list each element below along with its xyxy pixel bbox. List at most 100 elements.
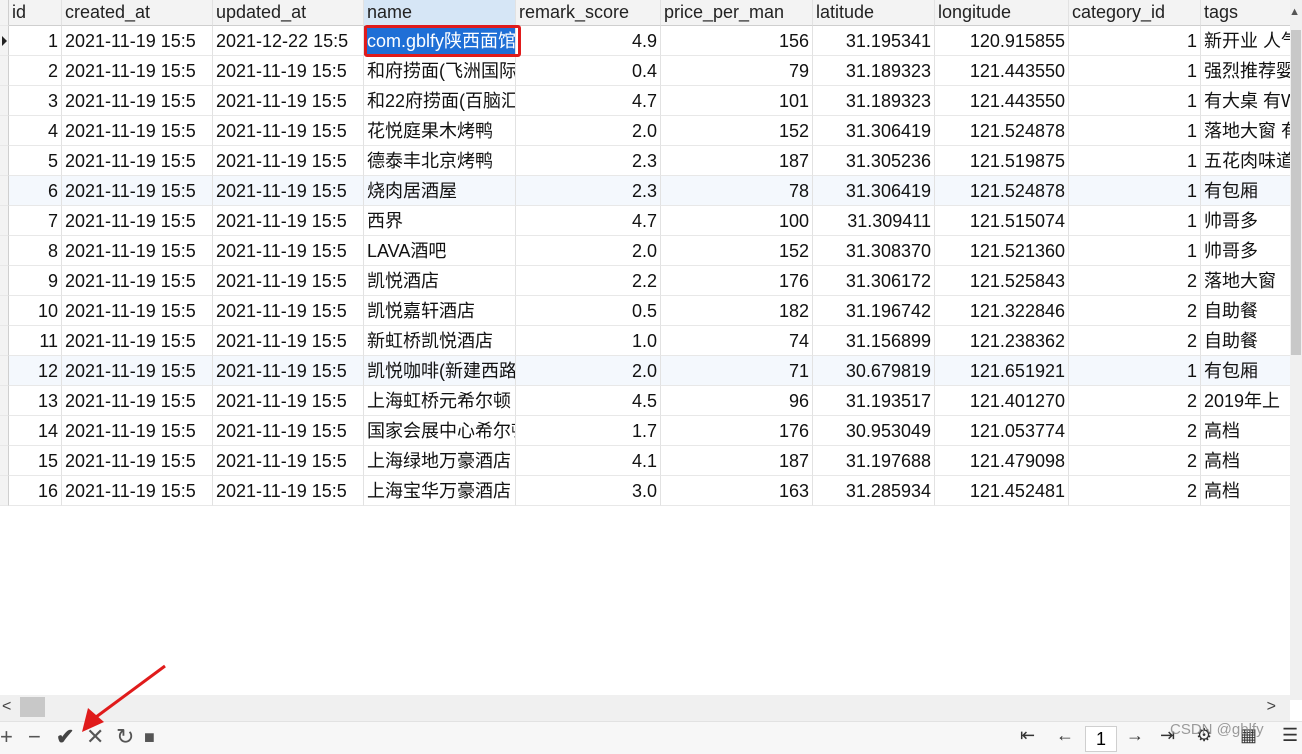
cell-tags[interactable]: 帅哥多	[1201, 236, 1290, 266]
row-selector[interactable]	[0, 296, 9, 326]
data-grid[interactable]: id created_at updated_at name remark_sco…	[0, 0, 1290, 506]
row-selector[interactable]	[0, 116, 9, 146]
first-page-icon[interactable]: ⇤	[1020, 725, 1035, 746]
cell-price-per-man[interactable]: 78	[661, 176, 813, 206]
add-icon[interactable]: +	[0, 724, 13, 750]
column-header-latitude[interactable]: latitude	[813, 0, 935, 26]
table-row[interactable]: 4 2021-11-19 15:5 2021-11-19 15:5 花悦庭果木烤鸭 2.…	[0, 116, 1290, 146]
cell-latitude[interactable]: 31.306419	[813, 176, 935, 206]
cell-updated-at[interactable]: 2021-11-19 15:5	[213, 176, 364, 206]
cell-created-at[interactable]: 2021-11-19 15:5	[62, 146, 213, 176]
cell-price-per-man[interactable]: 79	[661, 56, 813, 86]
cell-remark-score[interactable]: 2.3	[516, 146, 661, 176]
cell-created-at[interactable]: 2021-11-19 15:5	[62, 116, 213, 146]
cell-latitude[interactable]: 31.189323	[813, 56, 935, 86]
cell-name[interactable]: 德泰丰北京烤鸭	[364, 146, 516, 176]
cell-created-at[interactable]: 2021-11-19 15:5	[62, 236, 213, 266]
cell-longitude[interactable]: 121.651921	[935, 356, 1069, 386]
cell-category-id[interactable]: 2	[1069, 416, 1201, 446]
horizontal-scroll-thumb[interactable]	[20, 697, 45, 717]
row-selector[interactable]	[0, 476, 9, 506]
row-selector[interactable]	[0, 446, 9, 476]
cell-category-id[interactable]: 2	[1069, 446, 1201, 476]
stop-icon[interactable]: ■	[144, 727, 155, 748]
cell-id[interactable]: 10	[9, 296, 62, 326]
column-header-tags[interactable]: tags	[1201, 0, 1290, 26]
cell-tags[interactable]: 帅哥多	[1201, 206, 1290, 236]
cell-longitude[interactable]: 121.515074	[935, 206, 1069, 236]
table-row[interactable]: 3 2021-11-19 15:5 2021-11-19 15:5 和22府捞面(百脑…	[0, 86, 1290, 116]
cell-remark-score[interactable]: 1.0	[516, 326, 661, 356]
cell-remark-score[interactable]: 4.7	[516, 206, 661, 236]
row-selector[interactable]	[0, 146, 9, 176]
row-selector[interactable]	[0, 416, 9, 446]
cell-name[interactable]: 花悦庭果木烤鸭	[364, 116, 516, 146]
cell-latitude[interactable]: 30.679819	[813, 356, 935, 386]
table-row[interactable]: 10 2021-11-19 15:5 2021-11-19 15:5 凯悦嘉轩酒店 0.…	[0, 296, 1290, 326]
cell-longitude[interactable]: 121.525843	[935, 266, 1069, 296]
cell-created-at[interactable]: 2021-11-19 15:5	[62, 326, 213, 356]
cell-tags[interactable]: 有大桌 有W	[1201, 86, 1290, 116]
cell-created-at[interactable]: 2021-11-19 15:5	[62, 446, 213, 476]
cell-tags[interactable]: 新开业 人气	[1201, 26, 1290, 56]
cell-price-per-man[interactable]: 74	[661, 326, 813, 356]
cell-created-at[interactable]: 2021-11-19 15:5	[62, 386, 213, 416]
cell-id[interactable]: 9	[9, 266, 62, 296]
table-row[interactable]: 6 2021-11-19 15:5 2021-11-19 15:5 烧肉居酒屋 2.3 7…	[0, 176, 1290, 206]
cancel-icon[interactable]: ✕	[86, 724, 104, 750]
cell-price-per-man[interactable]: 100	[661, 206, 813, 236]
row-selector[interactable]	[0, 86, 9, 116]
cell-latitude[interactable]: 31.306419	[813, 116, 935, 146]
table-row[interactable]: 7 2021-11-19 15:5 2021-11-19 15:5 西界 4.7 100 3…	[0, 206, 1290, 236]
cell-id[interactable]: 12	[9, 356, 62, 386]
cell-id[interactable]: 6	[9, 176, 62, 206]
cell-category-id[interactable]: 1	[1069, 56, 1201, 86]
cell-category-id[interactable]: 1	[1069, 86, 1201, 116]
cell-latitude[interactable]: 31.305236	[813, 146, 935, 176]
cell-category-id[interactable]: 1	[1069, 206, 1201, 236]
table-row[interactable]: 12 2021-11-19 15:5 2021-11-19 15:5 凯悦咖啡(新建西…	[0, 356, 1290, 386]
cell-price-per-man[interactable]: 152	[661, 236, 813, 266]
cell-name[interactable]: 和22府捞面(百脑汇	[364, 86, 516, 116]
cell-updated-at[interactable]: 2021-11-19 15:5	[213, 206, 364, 236]
cell-name[interactable]: LAVA酒吧	[364, 236, 516, 266]
cell-id[interactable]: 14	[9, 416, 62, 446]
apply-check-icon[interactable]: ✔	[56, 724, 74, 750]
page-number-input[interactable]: 1	[1085, 726, 1117, 752]
row-selector[interactable]	[0, 26, 9, 56]
vertical-scrollbar[interactable]: ▲	[1289, 0, 1302, 700]
cell-id[interactable]: 11	[9, 326, 62, 356]
cell-tags[interactable]: 有包厢	[1201, 356, 1290, 386]
cell-longitude[interactable]: 121.401270	[935, 386, 1069, 416]
cell-latitude[interactable]: 31.189323	[813, 86, 935, 116]
cell-id[interactable]: 3	[9, 86, 62, 116]
cell-updated-at[interactable]: 2021-11-19 15:5	[213, 56, 364, 86]
cell-tags[interactable]: 强烈推荐婴	[1201, 56, 1290, 86]
cell-latitude[interactable]: 31.196742	[813, 296, 935, 326]
cell-updated-at[interactable]: 2021-11-19 15:5	[213, 356, 364, 386]
cell-longitude[interactable]: 121.519875	[935, 146, 1069, 176]
column-header-id[interactable]: id	[9, 0, 62, 26]
cell-name[interactable]: 新虹桥凯悦酒店	[364, 326, 516, 356]
cell-tags[interactable]: 2019年上	[1201, 386, 1290, 416]
cell-id[interactable]: 15	[9, 446, 62, 476]
table-row[interactable]: 13 2021-11-19 15:5 2021-11-19 15:5 上海虹桥元希尔顿…	[0, 386, 1290, 416]
cell-category-id[interactable]: 1	[1069, 236, 1201, 266]
cell-longitude[interactable]: 121.479098	[935, 446, 1069, 476]
cell-longitude[interactable]: 121.443550	[935, 56, 1069, 86]
cell-updated-at[interactable]: 2021-12-22 15:5	[213, 26, 364, 56]
cell-updated-at[interactable]: 2021-11-19 15:5	[213, 86, 364, 116]
table-row[interactable]: 5 2021-11-19 15:5 2021-11-19 15:5 德泰丰北京烤鸭 2.…	[0, 146, 1290, 176]
cell-created-at[interactable]: 2021-11-19 15:5	[62, 176, 213, 206]
cell-updated-at[interactable]: 2021-11-19 15:5	[213, 326, 364, 356]
scroll-up-icon[interactable]: ▲	[1289, 6, 1300, 18]
cell-remark-score[interactable]: 4.1	[516, 446, 661, 476]
cell-created-at[interactable]: 2021-11-19 15:5	[62, 296, 213, 326]
row-selector[interactable]	[0, 266, 9, 296]
cell-latitude[interactable]: 31.309411	[813, 206, 935, 236]
next-page-icon[interactable]: →	[1126, 725, 1144, 746]
row-selector[interactable]	[0, 56, 9, 86]
cell-id[interactable]: 16	[9, 476, 62, 506]
cell-tags[interactable]: 落地大窗	[1201, 266, 1290, 296]
cell-longitude[interactable]: 121.322846	[935, 296, 1069, 326]
